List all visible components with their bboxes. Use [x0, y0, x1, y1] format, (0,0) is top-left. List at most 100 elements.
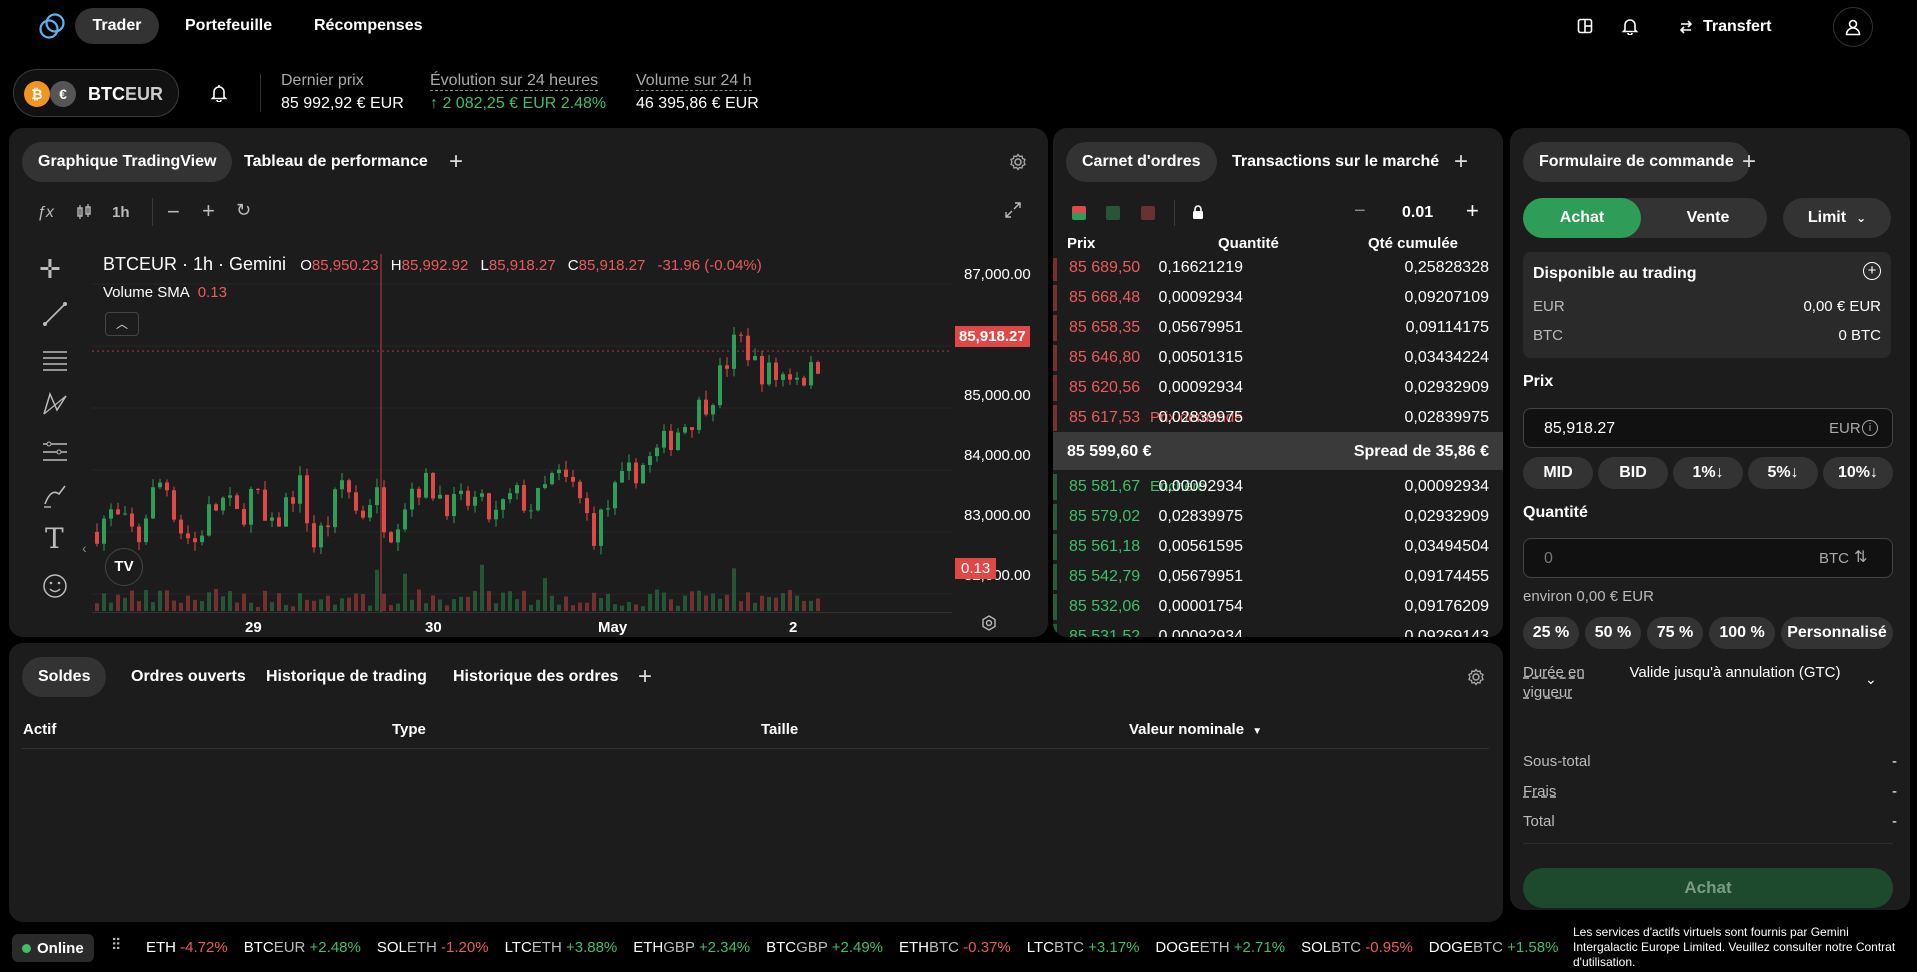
bid-row[interactable]: 85 542,79 0,05679951 0,09174455 [1053, 562, 1503, 592]
bid-row[interactable]: 85 581,67 Enchère 0,00092934 0,00092934 [1053, 472, 1503, 502]
chart-settings-icon[interactable] [1009, 153, 1027, 171]
fullscreen-icon[interactable] [1004, 201, 1022, 219]
y-axis[interactable]: 87,000.00 85,000.00 84,000.00 83,000.00 … [949, 254, 1048, 614]
ticker-item[interactable]: SOLBTC -0.95% [1301, 939, 1413, 956]
tradingview-logo-icon[interactable]: TV [105, 548, 143, 586]
ask-row[interactable]: 85 668,48 0,00092934 0,09207109 [1053, 283, 1503, 313]
pct-75-button[interactable]: 75 % [1647, 617, 1703, 649]
info-icon[interactable]: i [1862, 420, 1878, 436]
forecast-icon[interactable] [41, 436, 69, 464]
ask-row[interactable]: 85 646,80 0,00501315 0,03434224 [1053, 343, 1503, 373]
brush-icon[interactable] [41, 482, 69, 510]
table-settings-icon[interactable] [1467, 668, 1485, 686]
price-input[interactable]: 85,918.27 EUR i [1523, 408, 1893, 448]
tab-tradingview-chart[interactable]: Graphique TradingView [22, 142, 233, 182]
fib-lines-icon[interactable] [41, 346, 69, 374]
trendline-icon[interactable] [41, 300, 69, 328]
nav-rewards[interactable]: Récompenses [314, 17, 423, 35]
tab-order-history[interactable]: Historique des ordres [437, 657, 634, 697]
tick-decrease-icon[interactable]: − [1354, 200, 1366, 223]
price-chart[interactable] [92, 254, 962, 612]
buy-side-button[interactable]: Achat [1523, 198, 1641, 238]
add-funds-icon[interactable]: + [1863, 262, 1881, 280]
price-10pct-button[interactable]: 10%↓ [1823, 457, 1893, 489]
account-avatar[interactable] [1833, 7, 1873, 47]
pct-50-button[interactable]: 50 % [1585, 617, 1641, 649]
submit-order-button[interactable]: Achat [1523, 868, 1893, 908]
ticker-item[interactable]: BTCEUR +2.48% [244, 939, 361, 956]
transfer-button[interactable]: Transfert [1678, 15, 1771, 39]
pct-custom-button[interactable]: Personnalisé [1781, 617, 1893, 649]
emoji-icon[interactable] [41, 572, 69, 600]
candle-type-icon[interactable] [75, 203, 93, 221]
add-tab-icon[interactable]: + [638, 665, 652, 689]
price-alert-icon[interactable] [210, 84, 228, 102]
ticker-item[interactable]: ETHGBP +2.34% [633, 939, 750, 956]
tab-performance-table[interactable]: Tableau de performance [228, 142, 444, 182]
ticker-item[interactable]: SOLETH -1.20% [377, 939, 489, 956]
order-type-select[interactable]: Limit ⌄ [1783, 198, 1891, 238]
lock-icon[interactable] [1191, 204, 1205, 220]
bell-icon[interactable] [1621, 17, 1639, 35]
pct-25-button[interactable]: 25 % [1523, 617, 1579, 649]
zoom-out-icon[interactable]: − [167, 199, 180, 225]
tab-orderbook[interactable]: Carnet d'ordres [1066, 142, 1217, 182]
bid-row[interactable]: 85 532,06 0,00001754 0,09176209 [1053, 592, 1503, 622]
crosshair-icon[interactable]: ✛ [39, 256, 61, 282]
ask-row[interactable]: 85 689,50 0,16621219 0,25828328 [1053, 258, 1503, 283]
add-tab-icon[interactable]: + [449, 150, 463, 174]
quantity-input[interactable]: 0 BTC ⇅ [1523, 538, 1893, 578]
toolbar-collapse-icon[interactable]: ‹ [82, 540, 87, 556]
tif-select[interactable]: Valide jusqu'à annulation (GTC) ⌄ [1620, 663, 1880, 703]
interval-selector[interactable]: 1h [112, 204, 130, 221]
tab-order-form[interactable]: Formulaire de commande [1523, 142, 1750, 182]
ticker-item[interactable]: BTCGBP +2.49% [766, 939, 883, 956]
ticker-item[interactable]: DOGEBTC +1.58% [1429, 939, 1559, 956]
gemini-logo-icon[interactable] [38, 12, 66, 40]
reset-chart-icon[interactable]: ↻ [236, 200, 251, 221]
book-view-bids-icon[interactable] [1106, 206, 1120, 220]
ticker-settings-icon[interactable]: ⫶⫶ [112, 937, 120, 955]
ticker-item[interactable]: LTCBTC +3.17% [1027, 939, 1140, 956]
add-tab-icon[interactable]: + [1742, 150, 1756, 174]
tab-trade-history[interactable]: Historique de trading [250, 657, 443, 697]
ticker-item[interactable]: ETH -4.72% [146, 939, 228, 956]
sell-side-button[interactable]: Vente [1649, 198, 1767, 238]
collapse-legend-button[interactable]: ︿ [105, 312, 139, 336]
market-selector[interactable]: ₿ € BTCEUR [13, 69, 179, 117]
axis-settings-icon[interactable] [980, 614, 998, 632]
tab-balances[interactable]: Soldes [22, 657, 107, 697]
column-notional[interactable]: Valeur nominale ▼ [1129, 721, 1262, 738]
ticker-item[interactable]: DOGEETH +2.71% [1155, 939, 1285, 956]
column-size[interactable]: Taille [761, 721, 798, 738]
ticker-item[interactable]: LTCETH +3.88% [505, 939, 618, 956]
tab-open-orders[interactable]: Ordres ouverts [115, 657, 262, 697]
ask-row[interactable]: 85 620,56 0,00092934 0,02932909 [1053, 373, 1503, 403]
nav-trader[interactable]: Trader [75, 8, 159, 44]
price-1pct-button[interactable]: 1%↓ [1673, 457, 1743, 489]
price-bid-button[interactable]: BID [1598, 457, 1668, 489]
ask-row[interactable]: 85 658,35 0,05679951 0,09114175 [1053, 313, 1503, 343]
text-tool-icon[interactable]: T [45, 522, 64, 555]
tick-increase-icon[interactable]: + [1466, 198, 1479, 224]
bid-row[interactable]: 85 579,02 0,02839975 0,02932909 [1053, 502, 1503, 532]
column-type[interactable]: Type [392, 721, 426, 738]
ticker-item[interactable]: ETHBTC -0.37% [899, 939, 1011, 956]
column-asset[interactable]: Actif [23, 721, 56, 738]
ask-row[interactable]: 85 617,53 Prix demandé 0,02839975 0,0283997… [1053, 403, 1503, 433]
book-view-both-icon[interactable] [1072, 206, 1086, 220]
bid-row[interactable]: 85 531,52 0,00092934 0,09269143 [1053, 622, 1503, 637]
indicator-fx-icon[interactable]: ƒx [37, 204, 54, 222]
price-mid-button[interactable]: MID [1523, 457, 1593, 489]
book-view-asks-icon[interactable] [1141, 206, 1155, 220]
pct-100-button[interactable]: 100 % [1709, 617, 1775, 649]
status-badge[interactable]: Online [12, 934, 94, 962]
swap-unit-icon[interactable]: ⇅ [1854, 547, 1867, 567]
tab-market-trades[interactable]: Transactions sur le marché [1216, 142, 1455, 182]
layout-icon[interactable] [1577, 18, 1593, 34]
zoom-in-icon[interactable]: + [202, 198, 215, 224]
x-axis[interactable]: 29 30 May 2 [92, 612, 952, 637]
add-tab-icon[interactable]: + [1454, 150, 1468, 174]
disclaimer-text[interactable]: Les services d'actifs virtuels sont four… [1573, 925, 1909, 970]
bid-row[interactable]: 85 561,18 0,00561595 0,03494504 [1053, 532, 1503, 562]
